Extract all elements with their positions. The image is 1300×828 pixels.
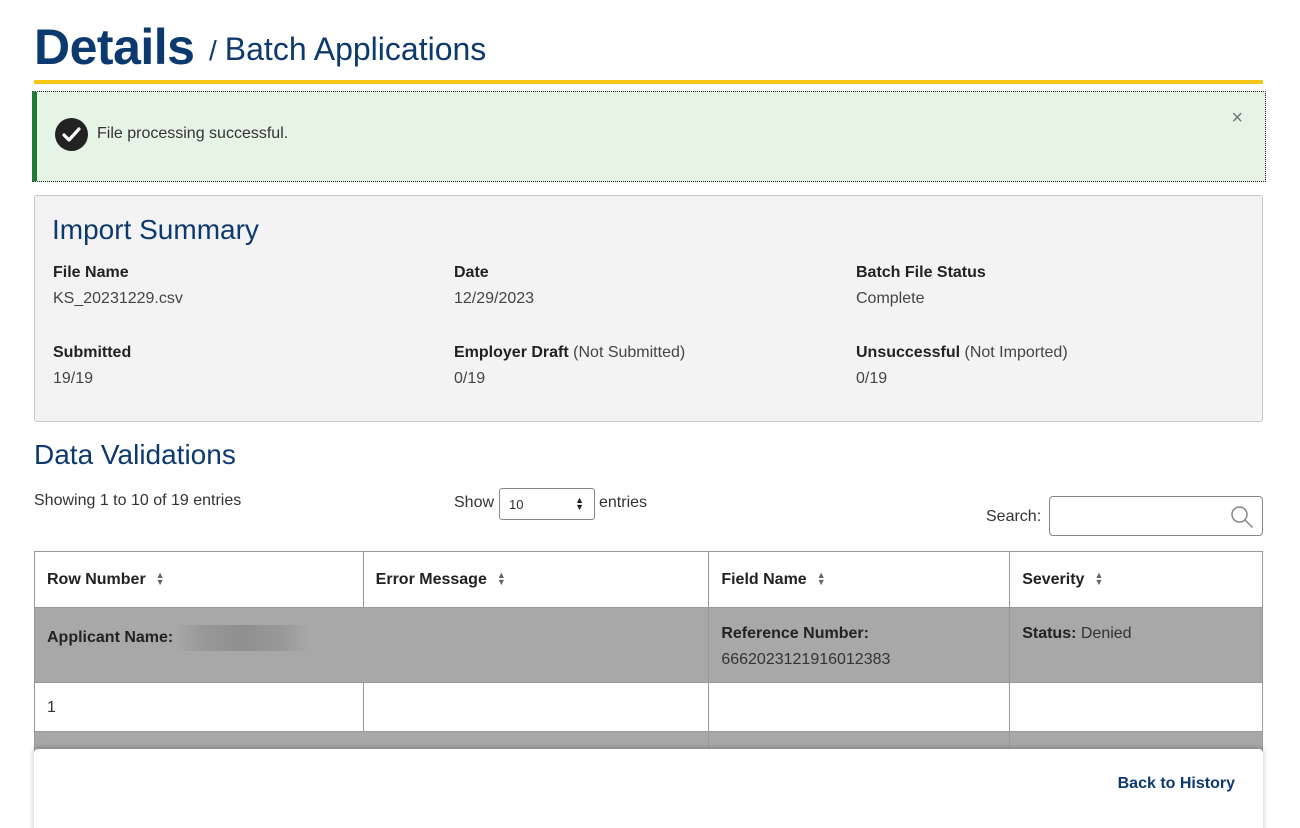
employer-draft-note: (Not Submitted) <box>573 344 686 361</box>
search-input[interactable] <box>1049 496 1263 536</box>
severity-cell <box>1009 682 1263 732</box>
entries-info: Showing 1 to 10 of 19 entries <box>34 492 242 509</box>
page-subtitle: / Batch Applications <box>209 31 486 68</box>
applicant-name-label: Applicant Name: <box>47 629 174 647</box>
applicant-name-cell: Applicant Name: <box>33 607 710 683</box>
close-alert-button[interactable]: × <box>1231 108 1243 128</box>
file-name-label: File Name <box>53 264 129 281</box>
page-length-select[interactable]: 10 ▲ ▼ <box>499 488 595 520</box>
file-name-value: KS_20231229.csv <box>53 290 183 307</box>
column-header-row-number[interactable]: Row Number ▲ ▼ <box>34 551 364 608</box>
entries-label: entries <box>599 494 648 511</box>
date-label: Date <box>454 264 489 281</box>
check-circle-icon <box>55 118 88 151</box>
unsuccessful-label: Unsuccessful <box>856 344 961 361</box>
file-name-field: File Name KS_20231229.csv <box>53 264 183 308</box>
page-header: Details / Batch Applications <box>34 14 1263 84</box>
title-separator: / <box>209 35 217 66</box>
page-subtitle-text: Batch Applications <box>224 31 487 67</box>
sort-caret-icon: ▲ ▼ <box>575 495 584 512</box>
error-message-cell <box>362 682 710 732</box>
sort-icon: ▲ ▼ <box>496 570 506 588</box>
status-cell: Status: Denied <box>1009 607 1263 683</box>
column-header-error-message[interactable]: Error Message ▲ ▼ <box>362 551 710 608</box>
date-field: Date 12/29/2023 <box>454 264 534 308</box>
import-summary-panel: Import Summary File Name KS_20231229.csv… <box>34 195 1263 422</box>
validations-table: Row Number ▲ ▼ Error Message ▲ ▼ Field Name ▲… <box>33 551 1263 772</box>
sort-icon: ▲ ▼ <box>1094 570 1104 588</box>
back-to-history-link[interactable]: Back to History <box>1118 775 1235 793</box>
employer-draft-field: Employer Draft (Not Submitted) 0/19 <box>454 344 685 388</box>
batch-status-label: Batch File Status <box>856 264 986 281</box>
status-label: Status: <box>1022 625 1077 642</box>
sort-icon: ▲ ▼ <box>155 570 165 588</box>
sort-icon: ▲ ▼ <box>816 570 826 588</box>
data-validations-title: Data Validations <box>34 439 236 470</box>
page-length-value: 10 <box>509 497 524 512</box>
column-header-severity[interactable]: Severity ▲ ▼ <box>1009 551 1263 608</box>
search-label: Search: <box>986 508 1042 525</box>
field-name-cell <box>708 682 1011 732</box>
reference-number-label: Reference Number: <box>721 625 869 642</box>
submitted-field: Submitted 19/19 <box>53 344 131 388</box>
footer-bar: Back to History <box>34 749 1263 828</box>
alert-message: File processing successful. <box>97 125 289 142</box>
import-summary-title: Import Summary <box>52 214 259 245</box>
reference-number-cell: Reference Number: 6662023121916012383 <box>708 607 1011 683</box>
submitted-value: 19/19 <box>53 370 94 387</box>
employer-draft-label: Employer Draft <box>454 344 569 361</box>
batch-status-field: Batch File Status Complete <box>856 264 986 308</box>
redacted-applicant-name <box>175 625 310 651</box>
applicant-group-row: Applicant Name: Reference Number: 666202… <box>33 607 1263 683</box>
unsuccessful-note: (Not Imported) <box>964 344 1068 361</box>
row-number-cell: 1 <box>34 682 364 732</box>
search-icon <box>1231 506 1254 529</box>
show-label: Show <box>454 494 495 511</box>
table-row: 1 <box>34 682 1263 732</box>
submitted-label: Submitted <box>53 344 132 361</box>
batch-status-value: Complete <box>856 290 925 307</box>
column-header-field-name[interactable]: Field Name ▲ ▼ <box>708 551 1011 608</box>
unsuccessful-value: 0/19 <box>856 370 888 387</box>
date-value: 12/29/2023 <box>454 290 535 307</box>
table-header-row: Row Number ▲ ▼ Error Message ▲ ▼ Field Name ▲… <box>34 551 1263 608</box>
status-value: Denied <box>1080 625 1132 642</box>
unsuccessful-field: Unsuccessful (Not Imported) 0/19 <box>856 344 1068 388</box>
employer-draft-value: 0/19 <box>454 370 486 387</box>
reference-number-value: 6662023121916012383 <box>721 651 891 668</box>
page-title: Details <box>34 19 195 75</box>
success-alert: File processing successful. × <box>32 91 1266 182</box>
